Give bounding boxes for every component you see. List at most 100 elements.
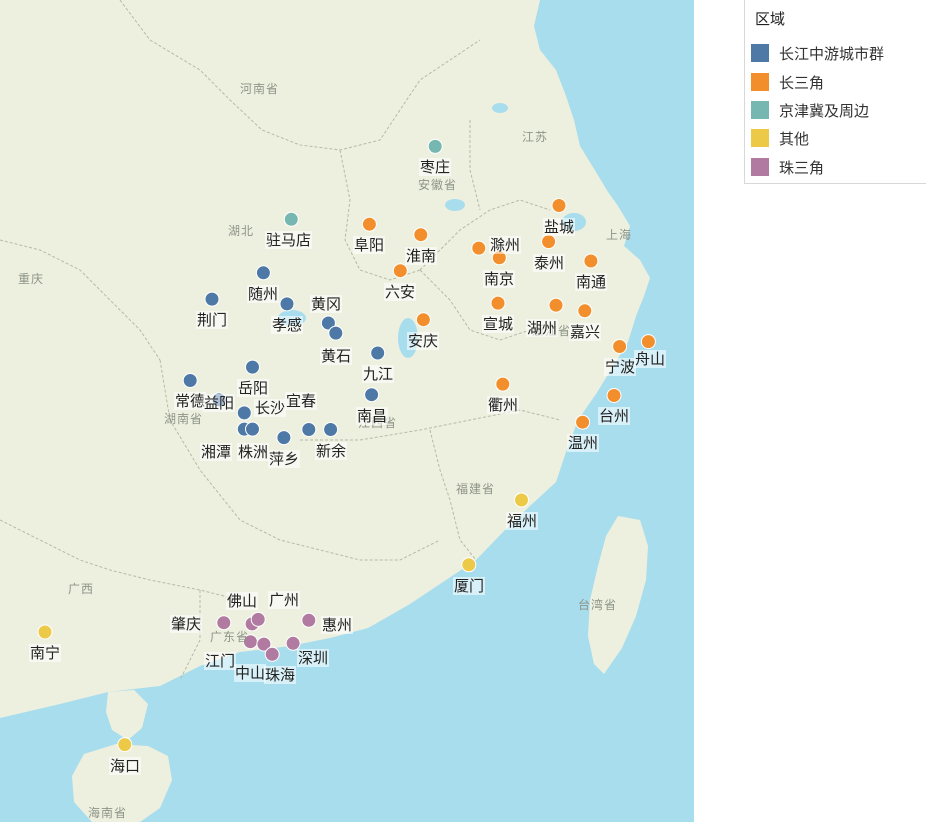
legend-item-jingjinji[interactable]: 京津冀及周边 (751, 99, 869, 121)
city-marker[interactable] (640, 334, 656, 350)
city-marker[interactable] (37, 624, 53, 640)
city-label: 九江 (362, 365, 395, 383)
city-marker[interactable] (370, 345, 386, 361)
legend-swatch (751, 129, 769, 147)
map-base (0, 0, 694, 822)
city-marker[interactable] (264, 646, 280, 662)
city-marker[interactable] (577, 303, 593, 319)
city-label: 孝感 (271, 316, 304, 334)
city-label: 珠海 (264, 666, 297, 684)
city-label: 滁州 (489, 236, 522, 254)
city-label: 枣庄 (419, 158, 452, 176)
city-marker[interactable] (427, 138, 443, 154)
city-marker[interactable] (415, 312, 431, 328)
city-label: 宜春 (285, 392, 318, 410)
city-label: 福州 (506, 512, 539, 530)
city-marker[interactable] (361, 216, 377, 232)
city-label: 常德 (174, 392, 207, 410)
city-marker[interactable] (541, 234, 557, 250)
city-label: 泰州 (533, 254, 566, 272)
city-label: 株洲 (237, 443, 270, 461)
city-label: 荆门 (196, 311, 229, 329)
legend-label: 珠三角 (779, 158, 825, 177)
city-marker[interactable] (392, 263, 408, 279)
city-marker[interactable] (495, 376, 511, 392)
city-label: 衢州 (487, 396, 520, 414)
city-marker[interactable] (364, 387, 380, 403)
city-marker[interactable] (301, 422, 317, 437)
city-marker[interactable] (612, 339, 628, 354)
city-label: 南昌 (356, 407, 389, 425)
city-label: 南通 (575, 273, 608, 291)
city-marker[interactable] (461, 557, 477, 573)
city-marker[interactable] (117, 737, 133, 753)
city-label: 嘉兴 (569, 323, 602, 341)
city-label: 海口 (109, 757, 142, 775)
city-marker[interactable] (548, 297, 564, 313)
legend-label: 长三角 (779, 73, 825, 92)
city-label: 厦门 (453, 577, 486, 595)
city-label: 岳阳 (237, 379, 270, 397)
city-label: 盐城 (543, 218, 576, 236)
city-marker[interactable] (328, 325, 344, 341)
legend-title: 区域 (755, 10, 786, 28)
city-marker[interactable] (301, 612, 317, 628)
city-marker[interactable] (323, 422, 339, 437)
legend-item-other[interactable]: 其他 (751, 127, 809, 149)
city-marker[interactable] (276, 430, 292, 446)
city-marker[interactable] (245, 421, 260, 437)
city-marker[interactable] (216, 615, 232, 631)
city-label: 随州 (247, 285, 280, 303)
legend-item-zhusanjiao[interactable]: 珠三角 (751, 156, 824, 178)
city-label: 深圳 (297, 649, 330, 667)
city-marker[interactable] (283, 211, 299, 227)
city-marker[interactable] (279, 296, 295, 312)
city-marker[interactable] (413, 227, 429, 243)
city-label: 长沙 (254, 399, 287, 417)
legend-swatch (751, 158, 769, 176)
legend-item-changjiang[interactable]: 长江中游城市群 (751, 42, 884, 64)
city-label: 阜阳 (353, 236, 386, 254)
legend-label: 京津冀及周边 (779, 101, 870, 120)
city-marker[interactable] (514, 492, 529, 508)
city-label: 广州 (268, 591, 301, 609)
city-label: 六安 (384, 283, 417, 301)
city-marker[interactable] (242, 634, 258, 650)
city-marker[interactable] (606, 388, 622, 403)
map-area[interactable]: 河南省湖北重庆江苏安徽省浙江省上海湖南省江西省福建省台湾省广西广东省海南省 枣庄… (0, 0, 694, 822)
city-label: 南京 (483, 270, 516, 288)
legend-swatch (751, 44, 769, 62)
city-marker[interactable] (245, 359, 260, 375)
city-label: 淮南 (405, 247, 438, 265)
city-label: 湘潭 (200, 443, 233, 461)
city-label: 湖州 (526, 319, 559, 337)
city-label: 新余 (315, 442, 348, 460)
city-label: 宁波 (604, 358, 637, 376)
city-marker[interactable] (471, 240, 487, 256)
city-label: 黄石 (320, 347, 353, 365)
city-label: 佛山 (226, 592, 259, 610)
city-label: 驻马店 (265, 231, 313, 249)
city-label: 温州 (567, 434, 600, 452)
legend-swatch (751, 101, 769, 119)
city-marker[interactable] (551, 198, 567, 213)
city-label: 黄冈 (310, 295, 343, 313)
city-marker[interactable] (182, 373, 198, 388)
city-marker[interactable] (204, 291, 220, 307)
city-marker[interactable] (583, 253, 599, 269)
city-label: 惠州 (321, 616, 354, 634)
legend-item-changsanjiao[interactable]: 长三角 (751, 71, 824, 93)
legend-swatch (751, 73, 769, 91)
city-label: 肇庆 (170, 615, 203, 633)
city-label: 台州 (598, 407, 631, 425)
city-marker[interactable] (490, 295, 506, 311)
city-marker[interactable] (236, 405, 252, 421)
city-label: 安庆 (407, 332, 440, 350)
city-marker[interactable] (575, 414, 591, 430)
city-marker[interactable] (255, 265, 271, 281)
legend-label: 长江中游城市群 (779, 44, 885, 63)
city-marker[interactable] (250, 611, 266, 627)
city-label: 中山 (234, 664, 267, 682)
city-label: 萍乡 (268, 450, 301, 468)
city-label: 益阳 (203, 394, 236, 412)
